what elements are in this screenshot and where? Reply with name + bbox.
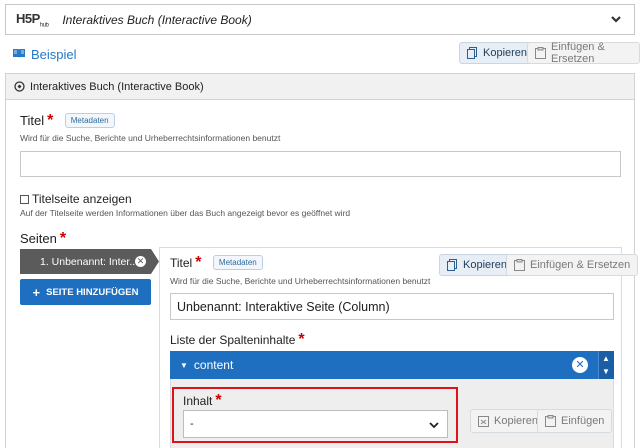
pages-label-row: Seiten * [20,230,66,248]
close-icon[interactable]: ✕ [135,256,146,267]
chevron-down-icon[interactable] [610,13,622,25]
column-list-label-row: Liste der Spalteninhalte * [170,331,305,349]
close-icon[interactable]: ✕ [572,357,588,373]
cover-checkbox-label: Titelseite anzeigen [32,192,132,206]
arrow-down-icon[interactable]: ▼ [602,368,610,376]
required-marker: * [59,230,67,247]
panel-header[interactable]: Interaktives Buch (Interactive Book) [5,73,635,100]
library-selector[interactable]: H5Phub Interaktives Buch (Interactive Bo… [5,4,635,35]
paste-icon [545,415,556,427]
column-list-label: Liste der Spalteninhalte [170,333,296,347]
content-item-label: content [193,358,234,372]
inhalt-select-value: - [190,418,194,430]
page-title-description: Wird für die Suche, Berichte und Urheber… [170,276,431,286]
pages-label: Seiten [20,231,57,246]
paste-replace-button[interactable]: Einfügen & Ersetzen [527,41,640,65]
sort-buttons[interactable]: ▲ ▼ [598,351,614,379]
page-paste-replace-button[interactable]: Einfügen & Ersetzen [506,254,639,276]
add-page-label: SEITE HINZUFÜGEN [46,286,139,298]
page-metadata-button[interactable]: Metadaten [212,255,263,270]
title-input[interactable] [20,151,621,177]
page-copy-label: Kopieren [463,259,508,271]
page-tab-1[interactable]: 1. Unbenannt: Inter... ✕ [20,249,159,274]
inhalt-copy-button[interactable]: Kopieren [470,409,547,433]
page-title-label: Titel [170,256,193,270]
arrow-up-icon[interactable]: ▲ [602,355,610,363]
page-title-label-row: Titel * Metadaten [170,254,263,272]
page-title-input[interactable]: Unbenannt: Interaktive Seite (Column) [170,293,614,320]
inhalt-paste-label: Einfügen [561,415,605,427]
cover-checkbox-row[interactable]: Titelseite anzeigen [20,192,132,206]
inhalt-copy-label: Kopieren [494,415,539,427]
copy-button[interactable]: Kopieren [459,42,536,64]
copy-icon [478,416,489,427]
cover-checkbox[interactable] [20,194,29,204]
copy-label: Kopieren [483,47,528,59]
library-icon [14,81,25,92]
title-field-label: Titel * Metadaten [20,112,115,130]
library-selector-title: Interaktives Buch (Interactive Book) [62,12,252,27]
inhalt-label: Inhalt [183,394,213,408]
add-page-button[interactable]: + SEITE HINZUFÜGEN [20,279,151,305]
required-marker: * [215,392,222,409]
page-paste-replace-label: Einfügen & Ersetzen [530,259,631,271]
h5p-logo: H5Phub [16,10,49,29]
copy-icon [447,259,457,271]
paste-icon [535,47,546,59]
paste-icon [514,259,525,271]
title-label: Titel [20,113,45,128]
plus-icon: + [32,284,41,300]
cover-description: Auf der Titelseite werden Informationen … [20,208,351,218]
page-copy-button[interactable]: Kopieren [439,254,516,276]
content-title: Beispiel [31,47,77,62]
required-marker: * [47,112,54,129]
required-marker: * [195,254,202,271]
caret-down-icon: ▼ [180,360,188,370]
inhalt-select[interactable]: - [183,410,448,438]
content-item-header[interactable]: ▼ content ✕ [170,351,614,379]
book-icon [13,49,25,58]
metadata-button[interactable]: Metadaten [64,113,115,128]
inhalt-paste-button[interactable]: Einfügen [537,409,613,433]
title-description: Wird für die Suche, Berichte und Urheber… [20,133,281,143]
copy-icon [467,47,477,59]
required-marker: * [298,331,305,348]
chevron-down-icon [429,422,439,429]
page-tab-label: 1. Unbenannt: Inter... [40,255,139,268]
panel-heading: Interaktives Buch (Interactive Book) [30,80,204,93]
paste-replace-label: Einfügen & Ersetzen [551,41,605,65]
inhalt-label-row: Inhalt * [183,392,222,410]
